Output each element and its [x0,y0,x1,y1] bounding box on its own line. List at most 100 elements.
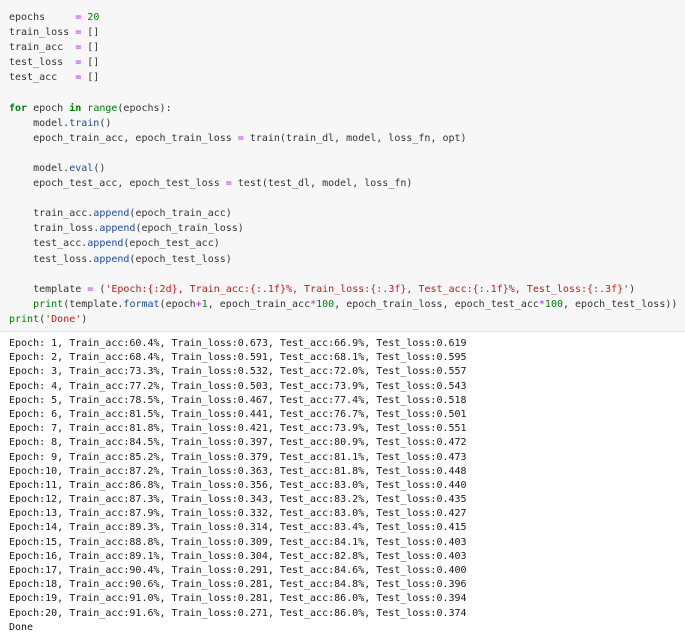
output-line: Epoch:19, Train_acc:91.0%, Train_loss:0.… [9,593,467,605]
code-token: , epoch_test_loss)) [562,298,678,310]
output-line: Epoch:16, Train_acc:89.1%, Train_loss:0.… [9,550,467,562]
output-line: Epoch:13, Train_acc:87.9%, Train_loss:0.… [9,508,467,520]
code-line: model.eval() [9,161,677,176]
code-line: for epoch in range(epochs): [9,101,677,116]
code-token: 'Done' [45,313,82,325]
code-line: train_acc.append(epoch_train_acc) [9,206,677,221]
code-token: train(train_dl, model, loss_fn, opt) [243,132,467,144]
code-line: epochs = 20 [9,10,677,25]
output-line: Epoch:15, Train_acc:88.8%, Train_loss:0.… [9,536,467,548]
output-line: Epoch:12, Train_acc:87.3%, Train_loss:0.… [9,494,467,506]
code-token: epoch [27,102,70,114]
code-token: (epoch_train_acc) [129,208,232,220]
code-line: test_acc.append(epoch_test_acc) [9,236,677,251]
output-line: Epoch:18, Train_acc:90.6%, Train_loss:0.… [9,579,467,591]
code-line: train_acc = [] [9,40,677,55]
output-line: Epoch: 6, Train_acc:81.5%, Train_loss:0.… [9,408,467,420]
code-token: test(test_dl, model, loss_fn) [231,178,413,190]
code-token: train_acc [9,42,76,54]
code-token: in [69,102,82,114]
code-token: eval [69,162,94,174]
code-token: append [93,208,130,220]
code-line: epoch_train_acc, epoch_train_loss = trai… [9,131,677,146]
code-token: train_loss [9,27,76,39]
code-token: train_acc. [9,208,94,220]
code-token: test_loss. [9,253,94,265]
code-token: 'Epoch:{:2d}, Train_acc:{:.1f}%, Train_l… [105,283,630,295]
code-token: , epoch_train_loss, epoch_test_acc [334,298,539,310]
code-editor[interactable]: epochs = 20 train_loss = [] train_acc = []… [9,10,677,327]
code-token: () [93,162,106,174]
code-token: 20 [87,12,100,23]
code-line: train_loss = [] [9,25,677,40]
code-cell-output: Epoch: 1, Train_acc:60.4%, Train_loss:0.… [0,335,685,635]
code-token: test_loss [9,57,76,69]
code-token: train_loss. [9,223,100,235]
code-token: epoch_test_acc, epoch_test_loss [9,178,226,190]
code-line: print(template.format(epoch+1, epoch_tra… [9,297,677,312]
code-token: , epoch_train_acc [207,298,311,310]
code-token: (epoch_train_loss) [135,223,244,235]
code-line: test_acc = [] [9,70,677,85]
code-token: (template. [63,298,124,310]
output-line: Epoch:14, Train_acc:89.3%, Train_loss:0.… [9,522,467,534]
code-token: ) [629,283,636,295]
code-token: print [33,298,64,310]
output-line: Done [9,621,34,633]
code-line: epoch_test_acc, epoch_test_loss = test(t… [9,176,677,191]
code-token: for [9,102,28,114]
output-line: Epoch:17, Train_acc:90.4%, Train_loss:0.… [9,565,467,576]
code-token: epoch_train_acc, epoch_train_loss [9,132,238,144]
code-line: test_loss = [] [9,55,677,70]
code-token: append [87,238,124,250]
code-token: test_acc [9,72,76,84]
code-cell-input[interactable]: epochs = 20 train_loss = [] train_acc = []… [0,0,685,332]
code-token: train [69,117,100,129]
output-line: Epoch:11, Train_acc:86.8%, Train_loss:0.… [9,479,467,491]
code-line: template = ('Epoch:{:2d}, Train_acc:{:.1… [9,282,677,297]
output-line: Epoch: 8, Train_acc:84.5%, Train_loss:0.… [9,437,467,449]
code-token: [] [81,42,100,54]
code-line: test_loss.append(epoch_test_loss) [9,252,677,267]
code-token: () [99,117,112,129]
code-token: append [99,223,136,235]
output-line: Epoch: 2, Train_acc:68.4%, Train_loss:0.… [9,352,467,364]
code-token: (epoch_test_loss) [129,253,232,265]
code-token: [] [81,27,100,39]
code-token: (epoch_test_acc) [123,238,220,250]
code-token: template [9,283,88,295]
code-token: (epochs): [117,102,172,114]
output-line: Epoch: 3, Train_acc:73.3%, Train_loss:0.… [9,366,467,378]
code-line: train_loss.append(epoch_train_loss) [9,221,677,236]
stdout-output: Epoch: 1, Train_acc:60.4%, Train_loss:0.… [9,337,467,635]
output-line: Epoch: 1, Train_acc:60.4%, Train_loss:0.… [9,338,467,349]
code-token: print [9,313,40,325]
output-line: Epoch: 9, Train_acc:85.2%, Train_loss:0.… [9,451,467,463]
code-token: [] [81,57,100,69]
code-token: model. [9,117,70,129]
code-token: test_acc. [9,238,88,250]
output-line: Epoch:10, Train_acc:87.2%, Train_loss:0.… [9,465,467,477]
output-line: Epoch:20, Train_acc:91.6%, Train_loss:0.… [9,607,467,619]
code-line: model.train() [9,116,677,131]
output-line: Epoch: 5, Train_acc:78.5%, Train_loss:0.… [9,394,467,406]
code-line: print('Done') [9,312,677,327]
code-token: 100 [316,298,335,310]
code-token: range [87,102,118,114]
output-line: Epoch: 4, Train_acc:77.2%, Train_loss:0.… [9,380,467,392]
code-token: ) [81,313,88,325]
code-token: model. [9,162,70,174]
code-token: append [93,253,130,265]
code-token: (epoch [159,298,196,310]
code-token: format [123,298,160,310]
code-token: ( [93,283,106,295]
code-token: 100 [544,298,563,310]
output-line: Epoch: 7, Train_acc:81.8%, Train_loss:0.… [9,423,467,435]
code-token: epochs [9,12,76,23]
code-token: [] [81,72,100,84]
